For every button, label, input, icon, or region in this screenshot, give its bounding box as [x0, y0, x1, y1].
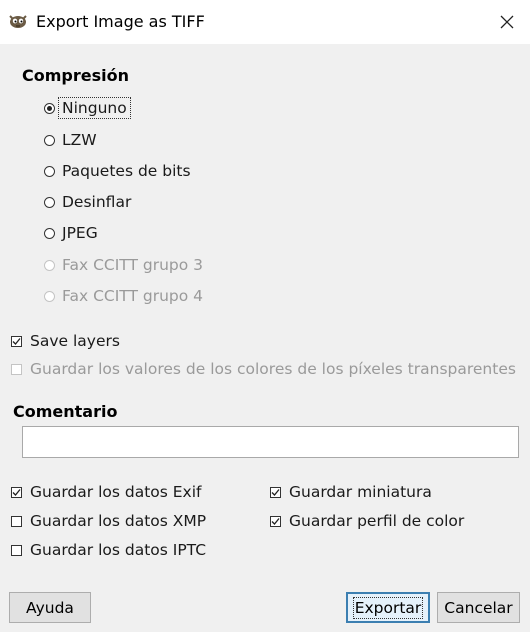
- radio-label: Ninguno: [58, 97, 131, 119]
- gimp-icon: [7, 10, 29, 30]
- radio-fax-ccitt-3: Fax CCITT grupo 3: [44, 252, 203, 278]
- radio-button: [44, 259, 55, 271]
- radio-lzw[interactable]: LZW: [44, 127, 97, 153]
- checkbox-label: Guardar perfil de color: [289, 512, 465, 530]
- checkbox-label: Guardar los datos IPTC: [30, 541, 207, 559]
- comment-title: Comentario: [13, 402, 118, 421]
- checkbox[interactable]: [270, 515, 281, 527]
- radio-label: Desinflar: [62, 193, 132, 211]
- radio-ninguno[interactable]: Ninguno: [44, 95, 131, 121]
- save-transparent-checkbox: Guardar los valores de los colores de lo…: [11, 358, 516, 380]
- checkbox-label: Guardar los datos Exif: [30, 483, 202, 501]
- radio-jpeg[interactable]: JPEG: [44, 220, 98, 246]
- save-thumbnail-checkbox[interactable]: Guardar miniatura: [270, 481, 432, 503]
- radio-label: JPEG: [62, 224, 98, 242]
- radio-label: Fax CCITT grupo 4: [62, 287, 204, 305]
- checkbox[interactable]: [11, 544, 22, 556]
- radio-button[interactable]: [44, 134, 55, 146]
- radio-button[interactable]: [44, 102, 55, 114]
- compression-title: Compresión: [22, 66, 129, 85]
- radio-paquetes-de-bits[interactable]: Paquetes de bits: [44, 158, 191, 184]
- radio-button[interactable]: [44, 165, 55, 177]
- checkbox[interactable]: [11, 486, 22, 498]
- close-icon[interactable]: [484, 0, 530, 44]
- save-exif-checkbox[interactable]: Guardar los datos Exif: [11, 481, 202, 503]
- checkbox[interactable]: [11, 515, 22, 527]
- help-button[interactable]: Ayuda: [9, 592, 91, 623]
- cancel-button[interactable]: Cancelar: [437, 592, 520, 623]
- radio-desinflar[interactable]: Desinflar: [44, 189, 131, 215]
- save-layers-checkbox[interactable]: Save layers: [11, 330, 120, 352]
- export-button-label: Exportar: [352, 596, 424, 619]
- save-color-profile-checkbox[interactable]: Guardar perfil de color: [270, 510, 464, 532]
- checkbox[interactable]: [11, 335, 22, 347]
- save-iptc-checkbox[interactable]: Guardar los datos IPTC: [11, 539, 206, 561]
- checkbox: [11, 363, 22, 375]
- checkbox-label: Guardar los valores de los colores de lo…: [30, 360, 516, 378]
- radio-button[interactable]: [44, 196, 55, 208]
- radio-fax-ccitt-4: Fax CCITT grupo 4: [44, 283, 203, 309]
- radio-label: Paquetes de bits: [62, 162, 191, 180]
- radio-button: [44, 290, 55, 302]
- checkbox-label: Guardar los datos XMP: [30, 512, 207, 530]
- checkbox-label: Guardar miniatura: [289, 483, 432, 501]
- comment-input[interactable]: [22, 426, 519, 458]
- window-title: Export Image as TIFF: [36, 12, 205, 31]
- checkbox[interactable]: [270, 486, 281, 498]
- radio-label: LZW: [62, 131, 97, 149]
- radio-button[interactable]: [44, 227, 55, 239]
- export-button[interactable]: Exportar: [346, 592, 430, 623]
- title-bar: Export Image as TIFF: [0, 0, 530, 44]
- save-xmp-checkbox[interactable]: Guardar los datos XMP: [11, 510, 206, 532]
- radio-label: Fax CCITT grupo 3: [62, 256, 204, 274]
- checkbox-label: Save layers: [30, 332, 120, 350]
